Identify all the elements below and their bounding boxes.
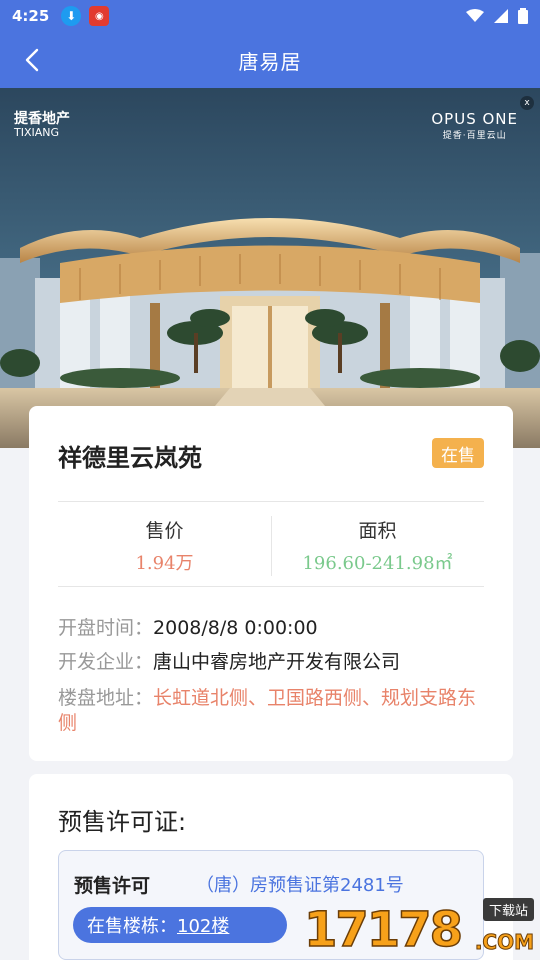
project-name: 祥德里云岚苑: [58, 444, 202, 472]
area-stat: 面积 196.60-241.98㎡: [271, 516, 484, 575]
logo-left-text: 提香地产: [14, 111, 70, 127]
permit-heading: 预售许可证:: [58, 808, 187, 836]
page-title: 唐易居: [238, 49, 302, 74]
address-label: 楼盘地址：: [58, 687, 154, 709]
price-label: 售价: [145, 520, 184, 542]
price-stat: 售价 1.94万: [58, 516, 271, 575]
wifi-icon: [466, 9, 484, 22]
ad-close-icon[interactable]: x: [520, 96, 534, 110]
status-time: 4:25: [12, 7, 50, 25]
logo-left-subtext: TIXIANG: [14, 126, 60, 140]
permit-title: 预售许可: [74, 875, 151, 897]
app-bar: 唐易居: [0, 32, 540, 88]
price-value: 1.94万: [135, 553, 194, 574]
buildings-label: 在售楼栋：: [87, 916, 177, 937]
hero-image[interactable]: x 提香地产 TIXIANG OPUS ONE 提香·百里云山: [0, 88, 540, 448]
battery-icon: [518, 8, 528, 24]
building-illustration: [0, 88, 540, 448]
watermark-digits: 17178: [303, 901, 464, 959]
open-time-value: 2008/8/8 0:00:00: [153, 617, 318, 639]
logo-right-subtext: 提香·百里云山: [442, 131, 507, 141]
permit-number: （唐）房预售证第2481号: [196, 875, 404, 896]
open-time-row: 开盘时间： 2008/8/8 0:00:00: [58, 616, 488, 641]
watermark-suffix: .COM: [474, 930, 534, 955]
divider: [58, 501, 484, 502]
buildings-value[interactable]: 102楼: [177, 912, 229, 938]
developer-logo: 提香地产 TIXIANG: [14, 111, 70, 140]
status-bar: 4:25 ⬇ ◉: [0, 0, 540, 32]
project-info-card: 祥德里云岚苑 在售 售价 1.94万 面积 196.60-241.98㎡ 开盘时…: [29, 406, 513, 761]
download-icon: ⬇: [61, 6, 82, 26]
app-notification-icon: ◉: [89, 6, 110, 26]
address-row: 楼盘地址：长虹道北侧、卫国路西侧、规划支路东侧: [58, 686, 488, 736]
signal-icon: [494, 9, 508, 23]
area-label: 面积: [358, 520, 397, 542]
back-button[interactable]: [12, 40, 52, 80]
watermark-tag: 下载站: [482, 898, 534, 921]
developer-value: 唐山中睿房地产开发有限公司: [153, 651, 401, 673]
divider: [58, 586, 484, 587]
project-logo: OPUS ONE 提香·百里云山: [431, 110, 518, 141]
developer-label: 开发企业：: [58, 651, 154, 673]
chevron-left-icon: [25, 48, 39, 72]
developer-row: 开发企业： 唐山中睿房地产开发有限公司: [58, 650, 488, 675]
status-badge: 在售: [432, 438, 484, 468]
area-value: 196.60-241.98㎡: [302, 553, 453, 574]
buildings-on-sale-button[interactable]: 在售楼栋： 102楼: [73, 907, 287, 943]
open-time-label: 开盘时间：: [58, 617, 154, 639]
site-watermark: 17178 下载站 .COM: [303, 898, 535, 959]
logo-right-text: OPUS ONE: [431, 110, 518, 128]
